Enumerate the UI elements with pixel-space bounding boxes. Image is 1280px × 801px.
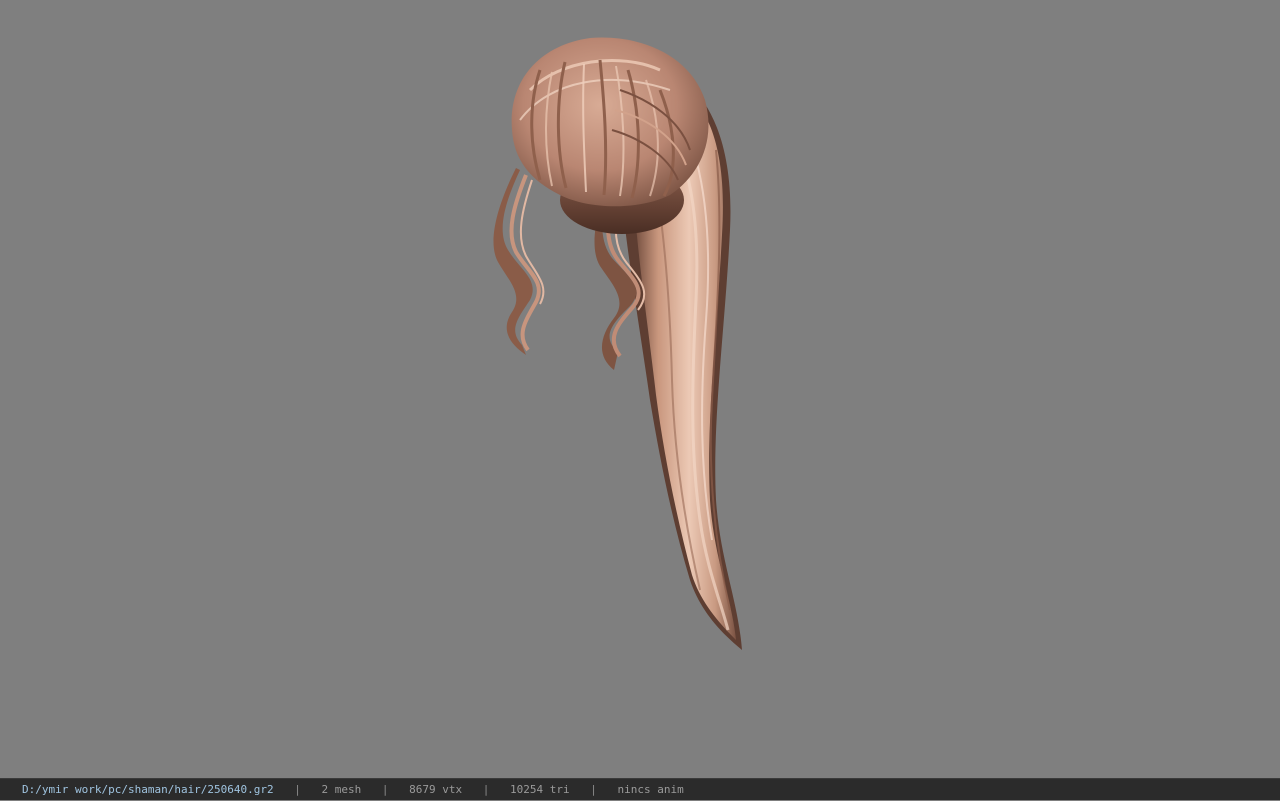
vertex-count: 8679 vtx <box>409 783 463 796</box>
separator: | <box>381 783 389 796</box>
triangle-count: 10254 tri <box>510 783 570 796</box>
separator: | <box>482 783 490 796</box>
separator: | <box>294 783 301 796</box>
hair-mesh-icon <box>493 37 742 650</box>
left-curl-strand <box>493 168 545 355</box>
status-bar: D:/ymir work/pc/shaman/hair/250640.gr2 |… <box>0 778 1280 800</box>
3d-viewport[interactable] <box>0 0 1280 778</box>
anim-status: nincs anim <box>617 783 684 796</box>
hair-head <box>511 37 709 207</box>
file-path: D:/ymir work/pc/shaman/hair/250640.gr2 <box>22 783 274 796</box>
mesh-count: 2 mesh <box>321 783 362 796</box>
separator: | <box>590 783 597 796</box>
